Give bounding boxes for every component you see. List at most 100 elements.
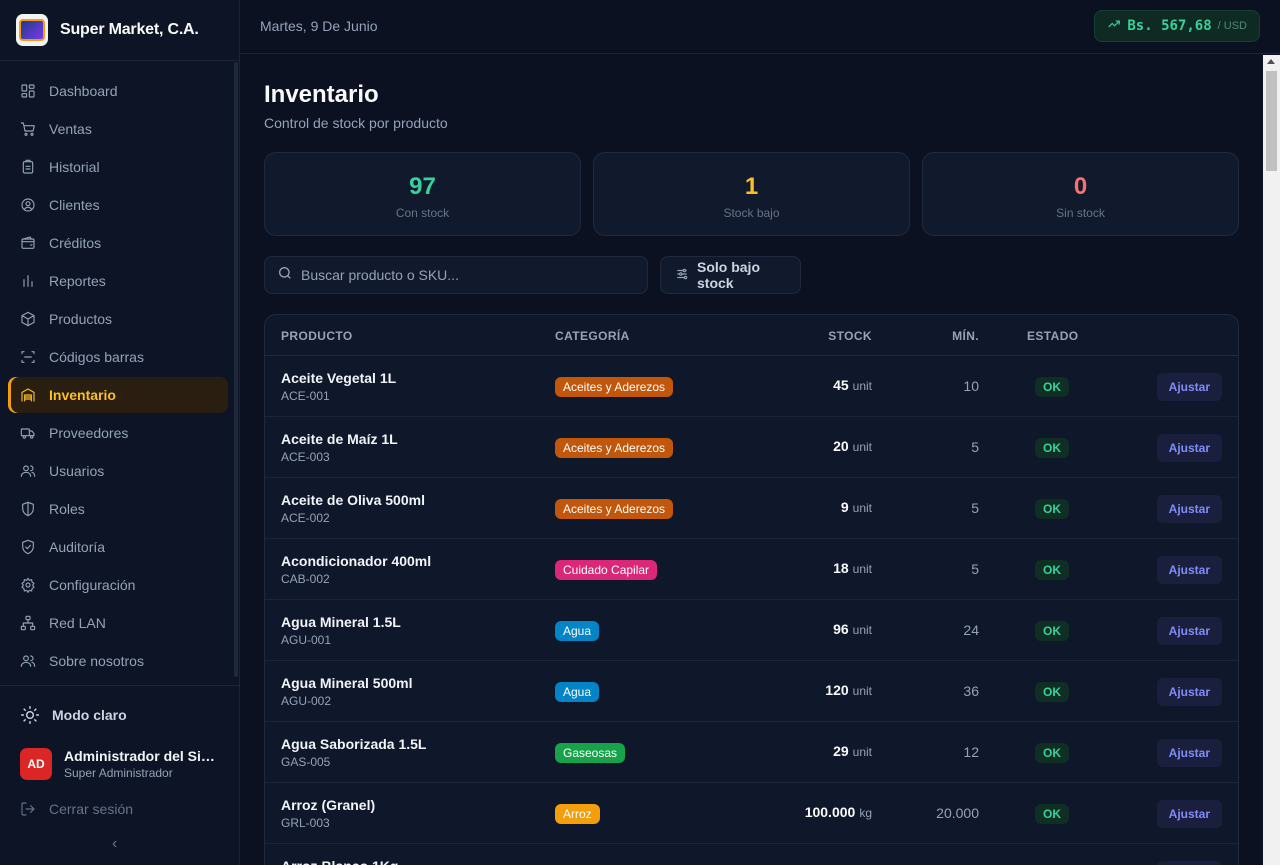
min-stock: 20.000: [936, 805, 979, 821]
min-stock: 24: [963, 622, 979, 638]
sidebar-item-creditos[interactable]: Créditos: [8, 225, 228, 261]
col-stock[interactable]: STOCK: [828, 329, 872, 343]
clipboard-icon: [20, 159, 36, 175]
logout-icon: [20, 801, 36, 817]
product-name: Arroz (Granel): [281, 797, 376, 813]
category-badge: Agua: [555, 621, 600, 641]
adjust-button[interactable]: Ajustar: [1156, 678, 1222, 706]
shield-check-icon: [20, 539, 36, 555]
product-sku: AGU-001: [281, 633, 332, 647]
low-stock-filter-button[interactable]: Solo bajo stock: [660, 256, 801, 294]
user-profile[interactable]: AD Administrador del Sistema Super Admin…: [0, 744, 240, 784]
sidebar-item-dashboard[interactable]: Dashboard: [8, 73, 228, 109]
table-row[interactable]: Aceite Vegetal 1L ACE-001 Aceites y Aderez…: [265, 356, 1238, 417]
sidebar-item-auditoria[interactable]: Auditoría: [8, 529, 228, 565]
adjust-button[interactable]: Ajustar: [1156, 434, 1222, 462]
truck-icon: [20, 425, 36, 441]
search-box[interactable]: [264, 256, 648, 294]
exchange-rate-badge: Bs. 567,68 / USD: [1094, 10, 1260, 42]
product-name: Agua Mineral 500ml: [281, 675, 413, 691]
current-date: Martes, 9 De Junio: [260, 18, 378, 34]
sidebar-scrollbar[interactable]: [234, 62, 238, 677]
cart-icon: [20, 121, 36, 137]
user-role: Super Administrador: [64, 766, 173, 780]
sidebar-item-inventario[interactable]: Inventario: [8, 377, 228, 413]
table-row[interactable]: Arroz Blanco 1Kg Ajustar: [265, 844, 1238, 865]
table-row[interactable]: Arroz (Granel) GRL-003 Arroz 100.000 kg 20.00…: [265, 783, 1238, 844]
collapse-sidebar-icon[interactable]: ‹: [112, 835, 117, 853]
theme-toggle[interactable]: Modo claro: [0, 686, 240, 744]
search-input[interactable]: [301, 267, 641, 283]
status-badge: OK: [1035, 621, 1069, 641]
adjust-button[interactable]: Ajustar: [1156, 861, 1222, 865]
stat-card-out-of-stock: 0 Sin stock: [922, 152, 1239, 236]
product-sku: ACE-001: [281, 389, 330, 403]
stat-value: 0: [1073, 173, 1088, 200]
package-icon: [20, 311, 36, 327]
adjust-button[interactable]: Ajustar: [1156, 556, 1222, 584]
stat-card-in-stock: 97 Con stock: [264, 152, 581, 236]
sidebar-item-roles[interactable]: Roles: [8, 491, 228, 527]
search-icon: [277, 265, 293, 286]
category-badge: Agua: [555, 682, 600, 702]
exchange-rate-value: Bs. 567,68: [1127, 18, 1212, 34]
adjust-button[interactable]: Ajustar: [1156, 739, 1222, 767]
adjust-button[interactable]: Ajustar: [1156, 617, 1222, 645]
table-row[interactable]: Acondicionador 400ml CAB-002 Cuidado Capil…: [265, 539, 1238, 600]
col-product[interactable]: PRODUCTO: [281, 329, 353, 343]
warehouse-icon: [20, 387, 36, 403]
col-min[interactable]: MÍN.: [952, 329, 979, 343]
sidebar-footer: Modo claro AD Administrador del Sistema …: [0, 685, 240, 831]
page-subtitle: Control de stock por producto: [264, 115, 448, 131]
sidebar-item-historial[interactable]: Historial: [8, 149, 228, 185]
sidebar-item-proveedores[interactable]: Proveedores: [8, 415, 228, 451]
product-sku: AGU-002: [281, 694, 332, 708]
sidebar-item-sobre-nosotros[interactable]: Sobre nosotros: [8, 643, 228, 679]
table-row[interactable]: Agua Mineral 500ml AGU-002 Agua 120 unit 36 OK…: [265, 661, 1238, 722]
sidebar-item-usuarios[interactable]: Usuarios: [8, 453, 228, 489]
stock-quantity: 20: [833, 438, 849, 454]
scroll-up-arrow-icon[interactable]: [1267, 59, 1275, 64]
table-row[interactable]: Aceite de Maíz 1L ACE-003 Aceites y Aderez…: [265, 417, 1238, 478]
sidebar-item-configuracion[interactable]: Configuración: [8, 567, 228, 603]
product-sku: GAS-005: [281, 755, 331, 769]
sidebar-item-reportes[interactable]: Reportes: [8, 263, 228, 299]
table-row[interactable]: Agua Saborizada 1.5L GAS-005 Gaseosas 29 uni…: [265, 722, 1238, 783]
stock-quantity: 18: [833, 560, 849, 576]
page-scrollbar[interactable]: [1263, 55, 1280, 865]
sidebar-item-label: Ventas: [49, 121, 92, 137]
table-row[interactable]: Aceite de Oliva 500ml ACE-002 Aceites y Ad…: [265, 478, 1238, 539]
logout-button[interactable]: Cerrar sesión: [0, 787, 240, 831]
status-badge: OK: [1035, 377, 1069, 397]
product-sku: ACE-003: [281, 450, 330, 464]
brand[interactable]: Super Market, C.A.: [0, 0, 239, 61]
sidebar-item-label: Dashboard: [49, 83, 118, 99]
sidebar-item-label: Códigos barras: [49, 349, 144, 365]
scrollbar-thumb[interactable]: [1266, 71, 1277, 171]
stock-value: 100.000 kg: [805, 804, 872, 820]
stock-value: 120 unit: [825, 682, 872, 698]
stock-unit: unit: [852, 501, 872, 515]
table-row[interactable]: Agua Mineral 1.5L AGU-001 Agua 96 unit 24 OK Aj…: [265, 600, 1238, 661]
page-title: Inventario: [264, 81, 379, 108]
min-stock: 5: [971, 439, 979, 455]
sidebar-item-codigos-barras[interactable]: Códigos barras: [8, 339, 228, 375]
stat-label: Sin stock: [1056, 206, 1105, 220]
sidebar-item-label: Usuarios: [49, 463, 105, 479]
col-category[interactable]: CATEGORÍA: [555, 329, 630, 343]
sidebar-item-red-lan[interactable]: Red LAN: [8, 605, 228, 641]
stat-label: Stock bajo: [723, 206, 780, 220]
adjust-button[interactable]: Ajustar: [1156, 495, 1222, 523]
adjust-button[interactable]: Ajustar: [1156, 800, 1222, 828]
sidebar-item-label: Reportes: [49, 273, 106, 289]
status-badge: OK: [1035, 438, 1069, 458]
sidebar-item-ventas[interactable]: Ventas: [8, 111, 228, 147]
sidebar-item-label: Inventario: [49, 387, 116, 403]
sidebar-item-clientes[interactable]: Clientes: [8, 187, 228, 223]
stock-quantity: 96: [833, 621, 849, 637]
adjust-button[interactable]: Ajustar: [1156, 373, 1222, 401]
col-status[interactable]: ESTADO: [1027, 329, 1079, 343]
stock-unit: kg: [859, 806, 872, 820]
stock-quantity: 100.000: [804, 804, 856, 820]
sidebar-item-productos[interactable]: Productos: [8, 301, 228, 337]
